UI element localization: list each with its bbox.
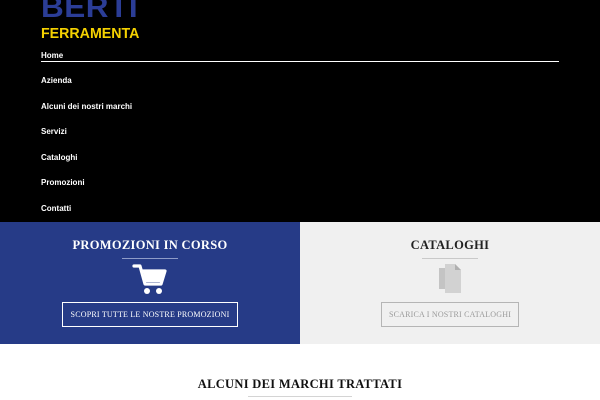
catalogs-panel: CATALOGHI SCARICA I NOSTRI CATALOGHI bbox=[300, 222, 600, 344]
logo[interactable]: BERTI FERRAMENTA bbox=[41, 0, 141, 44]
brands-title: ALCUNI DEI MARCHI TRATTATI bbox=[197, 377, 403, 391]
catalogs-button[interactable]: SCARICA I NOSTRI CATALOGHI bbox=[381, 302, 519, 327]
brands-title-divider bbox=[248, 396, 352, 397]
site-header: BERTI FERRAMENTA Home Azienda Alcuni dei… bbox=[0, 0, 600, 222]
promotions-title-divider bbox=[122, 258, 178, 259]
nav-item-servizi[interactable]: Servizi bbox=[41, 124, 559, 150]
logo-line-1: BERTI bbox=[41, 0, 139, 24]
documents-icon bbox=[300, 262, 600, 298]
nav-item-azienda[interactable]: Azienda bbox=[41, 73, 559, 99]
nav-item-home[interactable]: Home bbox=[41, 48, 559, 62]
shopping-cart-icon bbox=[0, 262, 300, 298]
nav-item-marchi[interactable]: Alcuni dei nostri marchi bbox=[41, 99, 559, 125]
promotions-button[interactable]: SCOPRI TUTTE LE NOSTRE PROMOZIONI bbox=[62, 302, 238, 327]
nav-item-promozioni[interactable]: Promozioni bbox=[41, 175, 559, 201]
promotions-panel: PROMOZIONI IN CORSO SCOPRI TUTTE LE NOST… bbox=[0, 222, 300, 344]
catalogs-title: CATALOGHI bbox=[410, 238, 490, 252]
brands-section: ALCUNI DEI MARCHI TRATTATI bbox=[0, 344, 600, 400]
catalogs-title-divider bbox=[422, 258, 478, 259]
logo-line-2: FERRAMENTA bbox=[41, 26, 140, 42]
main-nav: Home Azienda Alcuni dei nostri marchi Se… bbox=[41, 48, 559, 226]
promotions-title: PROMOZIONI IN CORSO bbox=[72, 238, 228, 252]
nav-item-cataloghi[interactable]: Cataloghi bbox=[41, 150, 559, 176]
